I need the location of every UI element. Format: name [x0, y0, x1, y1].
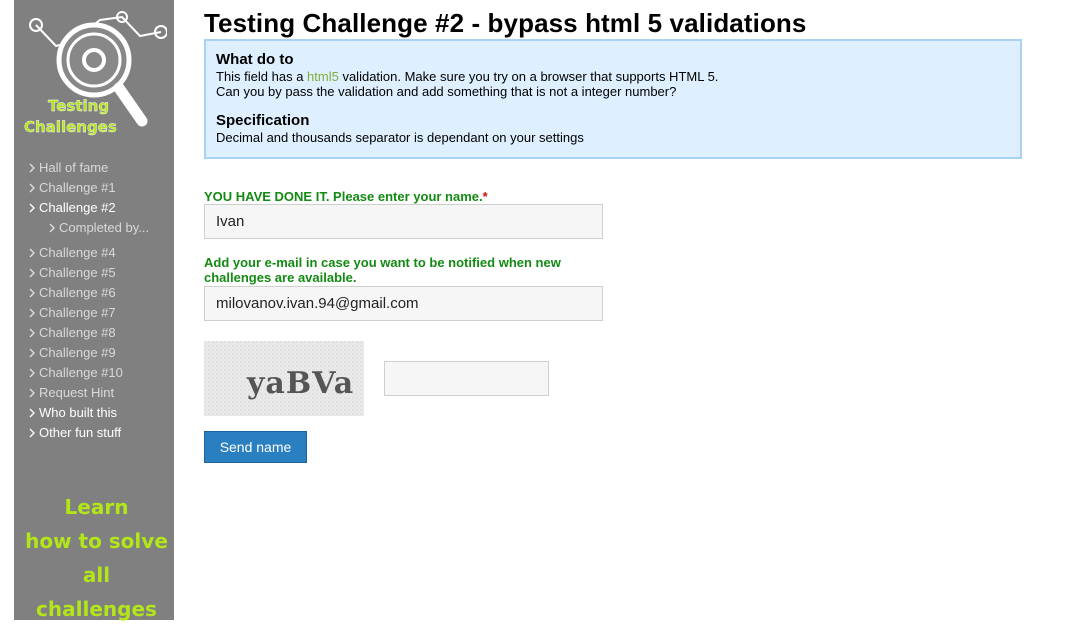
sidebar-item-challenge-7[interactable]: Challenge #7 — [14, 303, 174, 323]
chevron-right-icon — [29, 248, 35, 258]
captcha-input[interactable] — [384, 361, 549, 396]
info-line2: Can you by pass the validation and add s… — [216, 84, 677, 99]
captcha-image: yaBVa — [204, 341, 364, 416]
chevron-right-icon — [29, 308, 35, 318]
logo-text-line2: Challenges — [24, 118, 117, 136]
sidebar-item-label: Who built this — [39, 405, 118, 420]
required-mark: * — [482, 189, 488, 204]
info-gap — [216, 99, 1010, 112]
sidebar-item-challenge-6[interactable]: Challenge #6 — [14, 283, 174, 303]
email-input[interactable] — [204, 286, 603, 321]
sidebar-item-label: Challenge #8 — [39, 325, 116, 340]
sidebar: Testing Challenges Hall of fame Challenge… — [14, 0, 174, 621]
learn-line2: how to solve — [25, 529, 168, 553]
info-line1-before: This field has a — [216, 69, 308, 84]
learn-line1: Learn — [64, 495, 129, 519]
sidebar-item-label: Hall of fame — [39, 160, 109, 175]
sidebar-item-challenge-2[interactable]: Challenge #2 — [14, 198, 174, 218]
info-line1: This field has a html5 validation. Make … — [216, 69, 1010, 84]
sidebar-item-label: Challenge #5 — [39, 265, 116, 280]
sidebar-item-label: Challenge #1 — [39, 180, 116, 195]
send-name-button[interactable]: Send name — [204, 431, 307, 463]
learn-banner[interactable]: Learn how to solve all challenges — [24, 490, 169, 626]
sidebar-item-label: Challenge #4 — [39, 245, 116, 260]
specification-text: Decimal and thousands separator is depen… — [216, 130, 584, 145]
html5-link[interactable]: html5 — [307, 69, 339, 84]
sidebar-menu: Hall of fame Challenge #1 Challenge #2 Comp… — [14, 158, 174, 443]
info-box: What do to This field has a html5 valida… — [204, 39, 1022, 159]
chevron-right-icon — [29, 368, 35, 378]
name-input[interactable] — [204, 204, 603, 239]
name-label-text: YOU HAVE DONE IT. Please enter your name… — [204, 189, 483, 204]
sidebar-item-label: Completed by... — [59, 220, 150, 235]
sidebar-item-hall-of-fame[interactable]: Hall of fame — [14, 158, 174, 178]
info-line1-after: validation. Make sure you try on a brows… — [338, 69, 719, 84]
sidebar-item-label: Challenge #9 — [39, 345, 116, 360]
what-to-do-heading: What do to — [216, 51, 294, 68]
testing-challenges-logo[interactable]: Testing Challenges — [22, 8, 167, 138]
chevron-right-icon — [29, 408, 35, 418]
sidebar-item-label: Request Hint — [39, 385, 115, 400]
name-label: YOU HAVE DONE IT. Please enter your name… — [204, 189, 604, 204]
page-title: Testing Challenge #2 - bypass html 5 val… — [204, 8, 807, 38]
logo-text-line1: Testing — [48, 97, 109, 115]
sidebar-item-who-built-this[interactable]: Who built this — [14, 403, 174, 423]
sidebar-item-challenge-8[interactable]: Challenge #8 — [14, 323, 174, 343]
sidebar-item-challenge-10[interactable]: Challenge #10 — [14, 363, 174, 383]
chevron-right-icon — [29, 288, 35, 298]
chevron-right-icon — [49, 223, 55, 233]
sidebar-item-challenge-5[interactable]: Challenge #5 — [14, 263, 174, 283]
sidebar-item-label: Challenge #6 — [39, 285, 116, 300]
sidebar-item-label: Other fun stuff — [39, 425, 122, 440]
sidebar-item-challenge-1[interactable]: Challenge #1 — [14, 178, 174, 198]
captcha-text: yaBVa — [246, 366, 354, 401]
chevron-right-icon — [29, 183, 35, 193]
chevron-right-icon — [29, 268, 35, 278]
sidebar-item-completed-by[interactable]: Completed by... — [14, 218, 174, 243]
specification-heading: Specification — [216, 112, 310, 129]
sidebar-item-request-hint[interactable]: Request Hint — [14, 383, 174, 403]
chevron-right-icon — [29, 328, 35, 338]
sidebar-item-label: Challenge #2 — [39, 200, 116, 215]
chevron-right-icon — [29, 203, 35, 213]
sidebar-item-label: Challenge #7 — [39, 305, 116, 320]
sidebar-item-label: Challenge #10 — [39, 365, 123, 380]
chevron-right-icon — [29, 348, 35, 358]
email-label: Add your e-mail in case you want to be n… — [204, 255, 561, 285]
chevron-right-icon — [29, 163, 35, 173]
chevron-right-icon — [29, 428, 35, 438]
sidebar-item-challenge-4[interactable]: Challenge #4 — [14, 243, 174, 263]
learn-line3: all challenges — [36, 563, 157, 621]
sidebar-item-challenge-9[interactable]: Challenge #9 — [14, 343, 174, 363]
sidebar-item-other-fun-stuff[interactable]: Other fun stuff — [14, 423, 174, 443]
chevron-right-icon — [29, 388, 35, 398]
